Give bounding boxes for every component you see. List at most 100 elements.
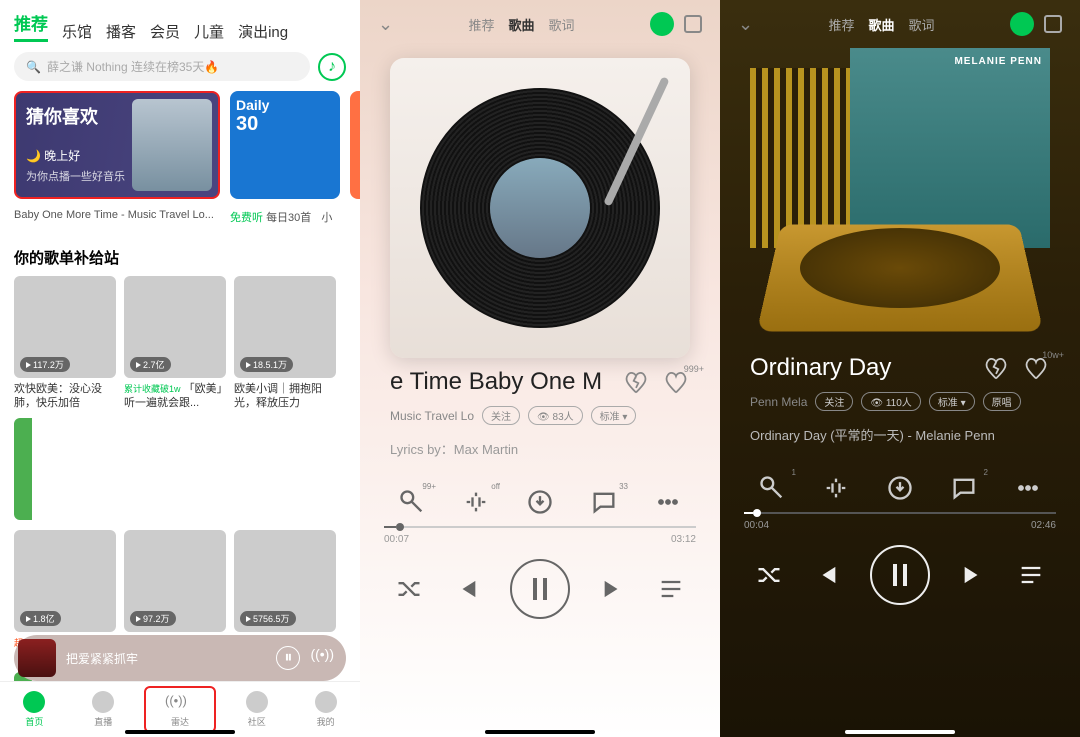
like-button[interactable]: 10w+ — [1022, 354, 1050, 382]
mini-queue-button[interactable]: ((•)) — [310, 646, 334, 670]
player-tab-song[interactable]: 歌曲 — [509, 15, 535, 34]
track-info: e Time Baby One M 999+ Music Travel Lo 关… — [360, 368, 720, 458]
vinyl-disc — [420, 88, 660, 328]
lyrics-preview[interactable]: Lyrics by：Max Martin — [390, 439, 690, 458]
share-button[interactable] — [1044, 15, 1062, 33]
listener-count[interactable]: 👁 110人 — [861, 392, 920, 411]
player-header: ⌄ 推荐 歌曲 歌词 — [720, 0, 1080, 48]
daily30-card[interactable]: Daily 30 — [230, 91, 340, 199]
more-button[interactable] — [1014, 474, 1042, 502]
playback-controls — [720, 531, 1080, 619]
mini-cover — [18, 639, 56, 677]
follow-button[interactable]: 关注 — [482, 406, 520, 425]
heartbreak-icon[interactable] — [982, 354, 1010, 382]
playlist-tile[interactable]: 2.7亿累计收藏破1w 「欧美」听一遍就会跟... — [124, 276, 226, 410]
nav-label: 雷达 — [171, 715, 189, 728]
listener-count[interactable]: 👁 83人 — [528, 406, 583, 425]
guess-you-like-card[interactable]: 猜你喜欢 🌙 晚上好 为你点播一些好音乐 — [14, 91, 220, 199]
queue-button[interactable] — [1017, 561, 1045, 589]
follow-button[interactable]: 关注 — [815, 392, 853, 411]
queue-button[interactable] — [657, 575, 685, 603]
tile-text: 欢快欧美：没心没肺，快乐加倍 — [14, 382, 116, 410]
track-info: Ordinary Day 10w+ Penn Mela 关注 👁 110人 标准… — [720, 354, 1080, 444]
player-tab-recommend[interactable]: 推荐 — [829, 15, 855, 34]
player-tab-lyrics[interactable]: 歌词 — [549, 15, 575, 34]
playlist-tile[interactable]: 117.2万欢快欧美：没心没肺，快乐加倍 — [14, 276, 116, 410]
song-title: Ordinary Day — [750, 354, 970, 382]
recommend-cover — [132, 99, 212, 191]
tab-podcast[interactable]: 播客 — [106, 21, 136, 42]
play-count-badge: 2.7亿 — [130, 357, 171, 372]
quality-button[interactable]: 标准 ▾ — [591, 406, 637, 425]
player-tab-lyrics[interactable]: 歌词 — [909, 15, 935, 34]
nav-live[interactable]: 直播 — [69, 682, 138, 737]
eye-icon — [92, 691, 114, 713]
playlist-tile[interactable]: 18.5.1万欧美小调｜拥抱阳光，释放压力 — [234, 276, 336, 410]
quality-button[interactable]: 标准 ▾ — [929, 392, 975, 411]
partial-card[interactable] — [350, 91, 360, 199]
collapse-button[interactable]: ⌄ — [378, 14, 393, 35]
nav-home[interactable]: 首页 — [0, 682, 69, 737]
home-indicator — [485, 730, 595, 734]
nav-community[interactable]: 社区 — [222, 682, 291, 737]
comments-button[interactable]: 33 — [590, 488, 618, 516]
tile-tag: 累计收藏破1w — [124, 384, 181, 394]
top-tabs: 推荐 乐馆 播客 会员 儿童 演出ing — [0, 0, 360, 46]
mini-player[interactable]: 把爱紧紧抓牢 ⏸ ((•)) — [14, 635, 346, 681]
sound-effect-button[interactable] — [822, 474, 850, 502]
album-turntable[interactable] — [390, 58, 690, 358]
nav-me[interactable]: 我的 — [291, 682, 360, 737]
shuffle-button[interactable] — [395, 575, 423, 603]
progress-section: 00:0402:46 — [720, 512, 1080, 531]
lyrics-preview[interactable]: Ordinary Day (平常的一天) - Melanie Penn — [750, 425, 1050, 444]
play-pause-button[interactable] — [510, 559, 570, 619]
like-button[interactable]: 999+ — [662, 368, 690, 396]
sound-effect-button[interactable]: off — [462, 488, 490, 516]
share-button[interactable] — [684, 15, 702, 33]
search-input[interactable]: 🔍 薛之谦 Nothing 连续在榜35天🔥 — [14, 52, 310, 81]
prev-button[interactable] — [812, 561, 840, 589]
like-count: 999+ — [684, 364, 704, 374]
play-count-badge: 97.2万 — [130, 611, 176, 626]
next-button[interactable] — [600, 575, 628, 603]
comments-button[interactable]: 2 — [950, 474, 978, 502]
album-art — [490, 158, 590, 258]
album-visualizer[interactable] — [750, 48, 1050, 338]
play-pause-button[interactable] — [870, 545, 930, 605]
vip-badge-icon[interactable] — [1010, 12, 1034, 36]
artist-name[interactable]: Penn Mela — [750, 395, 807, 409]
progress-bar[interactable] — [744, 512, 1056, 514]
tab-shows[interactable]: 演出ing — [238, 21, 288, 42]
player-tab-song[interactable]: 歌曲 — [869, 15, 895, 34]
playlist-station-title: 你的歌单补给站 — [0, 231, 360, 276]
artist-row: Music Travel Lo 关注 👁 83人 标准 ▾ — [390, 406, 690, 425]
next-button[interactable] — [960, 561, 988, 589]
karaoke-button[interactable]: 1 — [758, 474, 786, 502]
listen-recognize-button[interactable]: ♪ — [318, 53, 346, 81]
heartbreak-icon[interactable] — [622, 368, 650, 396]
original-tag: 原唱 — [983, 392, 1021, 411]
download-button[interactable] — [526, 488, 554, 516]
karaoke-button[interactable]: 99+ — [398, 488, 426, 516]
progress-bar[interactable] — [384, 526, 696, 528]
collapse-button[interactable]: ⌄ — [738, 14, 753, 35]
tab-member[interactable]: 会员 — [150, 21, 180, 42]
free-tag: 免费听 — [230, 212, 263, 224]
shuffle-button[interactable] — [755, 561, 783, 589]
more-button[interactable] — [654, 488, 682, 516]
karaoke-count: 99+ — [422, 482, 436, 491]
tab-music-hall[interactable]: 乐馆 — [62, 21, 92, 42]
download-button[interactable] — [886, 474, 914, 502]
nav-radar[interactable]: 雷达 — [144, 686, 217, 733]
prev-button[interactable] — [452, 575, 480, 603]
tab-recommend[interactable]: 推荐 — [14, 10, 48, 42]
vip-badge-icon[interactable] — [650, 12, 674, 36]
like-count: 10w+ — [1042, 350, 1064, 360]
artist-name[interactable]: Music Travel Lo — [390, 409, 474, 423]
mini-pause-button[interactable]: ⏸ — [276, 646, 300, 670]
player-tab-recommend[interactable]: 推荐 — [469, 15, 495, 34]
partial-tile[interactable] — [14, 418, 32, 520]
turntable-disc — [800, 228, 1000, 308]
karaoke-count: 1 — [792, 468, 796, 477]
tab-kids[interactable]: 儿童 — [194, 21, 224, 42]
